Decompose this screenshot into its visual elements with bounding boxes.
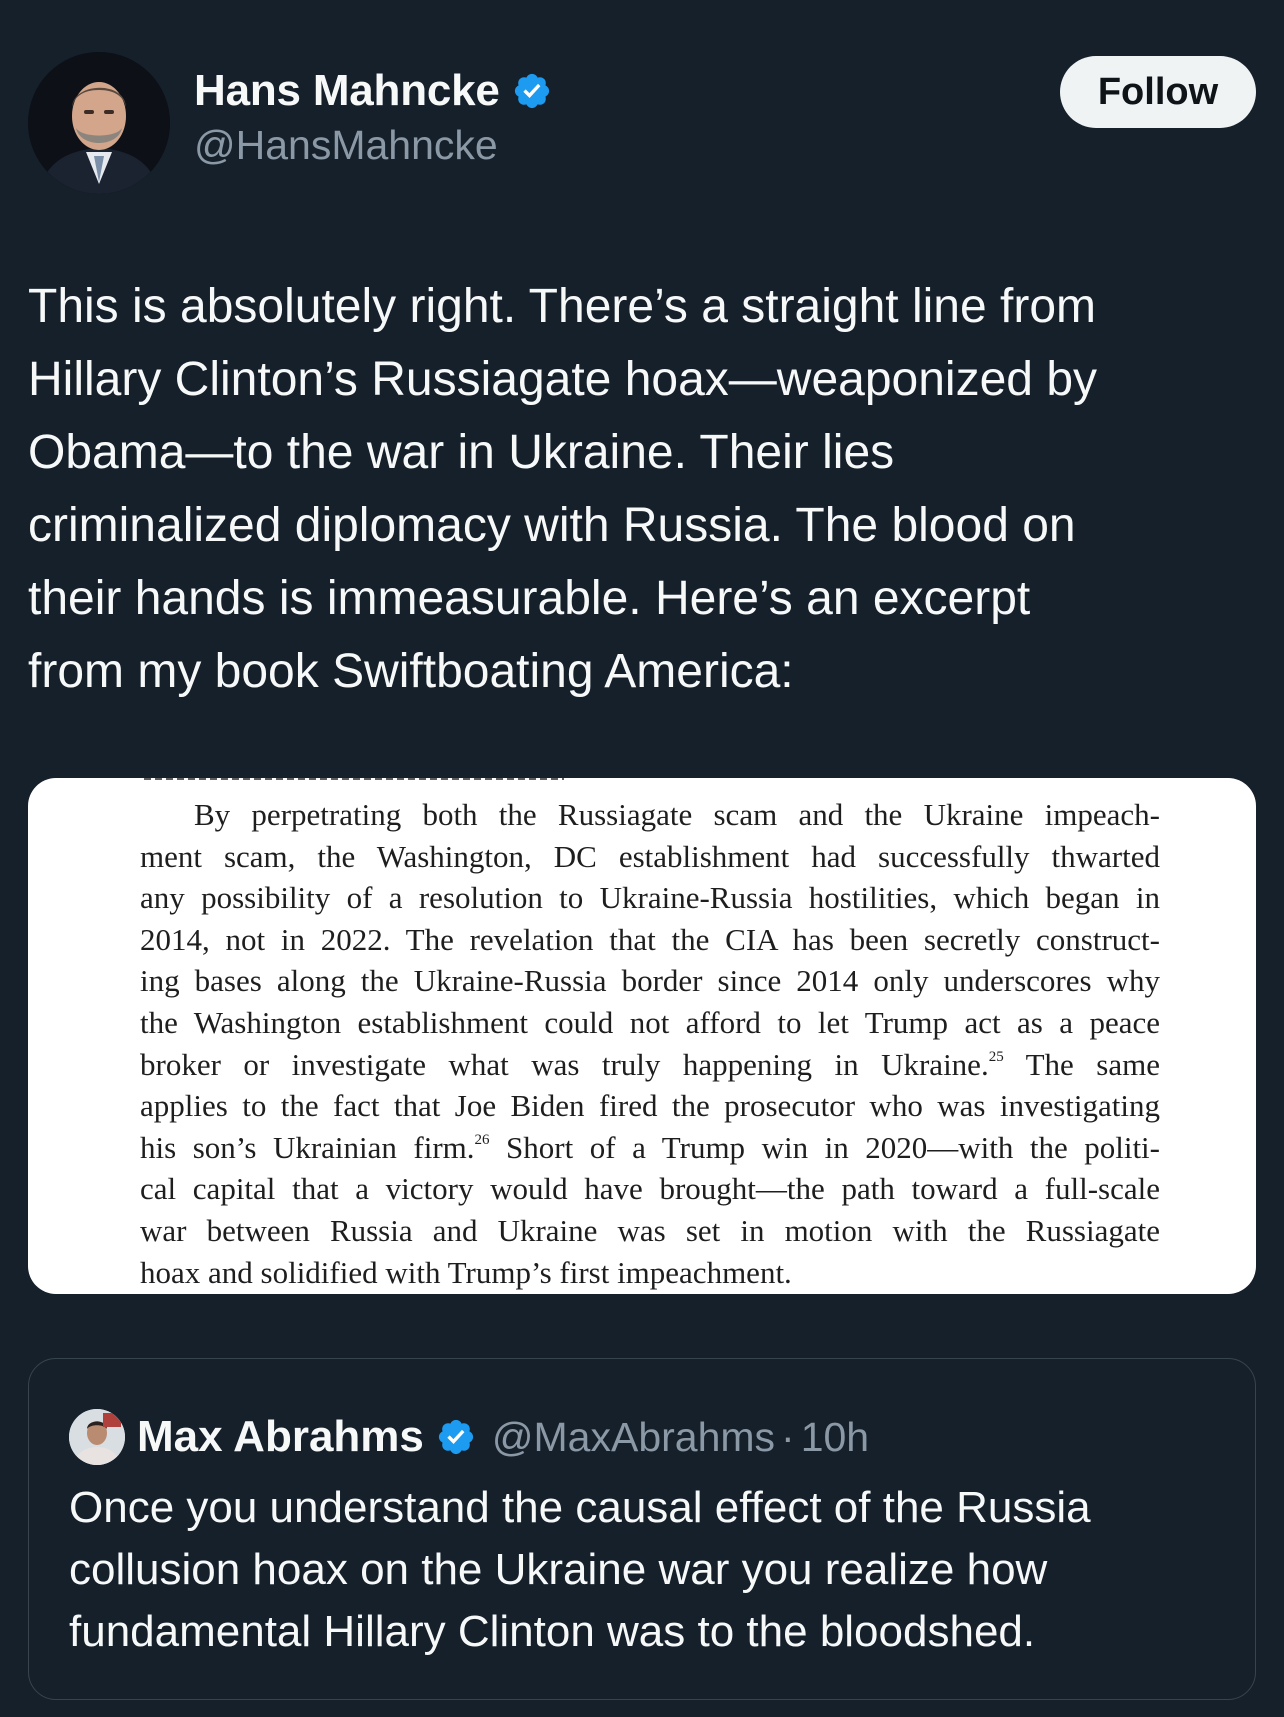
separator-dot: ·	[781, 1413, 795, 1460]
excerpt-text: broker or investigate what was truly hap…	[140, 1046, 989, 1082]
excerpt-line: ment scam, the Washington, DC establishm…	[140, 838, 1160, 874]
excerpt-line: cal capital that a victory would have br…	[140, 1171, 1160, 1207]
quoted-author-name[interactable]: Max Abrahms	[137, 1412, 424, 1462]
verified-badge-icon	[514, 73, 549, 109]
excerpt-line: By perpetrating both the Russiagate scam…	[194, 797, 1160, 832]
verified-badge-icon	[438, 1419, 473, 1455]
follow-button[interactable]: Follow	[1060, 56, 1256, 128]
excerpt-line: ing bases along the Ukraine-Russia borde…	[140, 963, 1160, 999]
tweet-header: Hans Mahncke @HansMahncke Follow	[28, 50, 1256, 198]
quoted-tweet[interactable]: Max Abrahms @MaxAbrahms · 10h Once you u…	[28, 1358, 1256, 1700]
footnote-marker: 25	[988, 1048, 1004, 1065]
excerpt-line: the Washington establishment could not a…	[140, 1004, 1160, 1040]
quoted-tweet-header: Max Abrahms @MaxAbrahms · 10h	[69, 1409, 869, 1465]
cropped-text-line	[144, 778, 564, 780]
excerpt-text: Short of a Trump win in 2020—with the po…	[489, 1129, 1160, 1165]
author-avatar[interactable]	[28, 52, 170, 194]
book-excerpt-text: By perpetrating both the Russiagate scam…	[140, 794, 1160, 1293]
excerpt-line: applies to the fact that Joe Biden fired…	[140, 1088, 1160, 1124]
author-name[interactable]: Hans Mahncke	[194, 66, 500, 116]
quoted-tweet-body: Once you understand the causal effect of…	[69, 1483, 1091, 1656]
quoted-author-avatar[interactable]	[69, 1409, 125, 1465]
excerpt-line: war between Russia and Ukraine was set i…	[140, 1212, 1160, 1248]
tweet-body: This is absolutely right. There’s a stra…	[28, 280, 1098, 698]
quoted-tweet-time[interactable]: 10h	[801, 1414, 869, 1461]
excerpt-line: 2014, not in 2022. The revelation that t…	[140, 921, 1160, 957]
excerpt-text: The same	[1003, 1046, 1160, 1082]
quoted-author-handle[interactable]: @MaxAbrahms	[492, 1414, 775, 1461]
author-handle[interactable]: @HansMahncke	[194, 122, 552, 169]
excerpt-line: hoax and solidified with Trump’s first i…	[140, 1254, 792, 1290]
book-excerpt-image[interactable]: By perpetrating both the Russiagate scam…	[28, 778, 1256, 1294]
excerpt-text: his son’s Ukrainian firm.	[140, 1129, 475, 1165]
excerpt-line: his son’s Ukrainian firm.26 Short of a T…	[140, 1127, 1160, 1169]
footnote-marker: 26	[474, 1131, 490, 1148]
excerpt-line: broker or investigate what was truly hap…	[140, 1044, 1160, 1086]
excerpt-line: any possibility of a resolution to Ukrai…	[140, 880, 1160, 916]
